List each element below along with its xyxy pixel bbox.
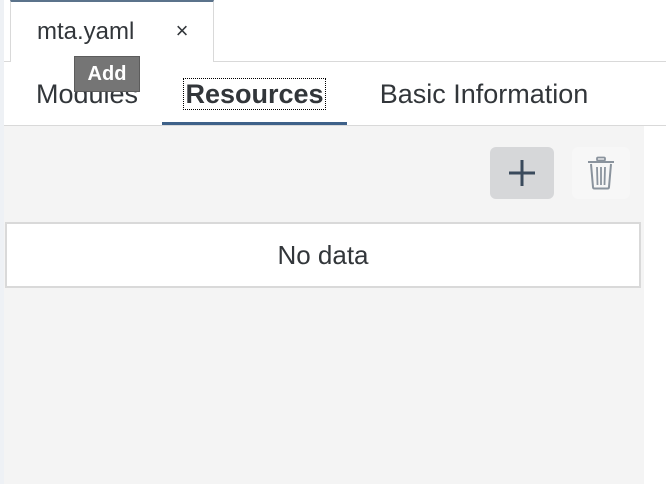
add-tooltip: Add	[74, 56, 140, 92]
tab-basic-information-label: Basic Information	[379, 78, 589, 109]
tab-resources[interactable]: Resources	[162, 62, 347, 126]
active-tab-indicator	[162, 122, 347, 125]
resources-panel: No data	[4, 126, 644, 484]
tab-basic-information[interactable]: Basic Information	[366, 62, 602, 126]
plus-icon	[509, 160, 535, 186]
add-button[interactable]	[490, 147, 554, 199]
file-tab-strip: mta.yaml ×	[4, 0, 666, 62]
file-tab-label: mta.yaml	[37, 18, 135, 45]
trash-icon	[588, 156, 614, 190]
file-tab-mta-yaml[interactable]: mta.yaml ×	[10, 0, 214, 62]
no-data-text: No data	[277, 239, 369, 270]
close-icon[interactable]: ×	[171, 18, 193, 43]
right-edge	[644, 126, 666, 484]
delete-button[interactable]	[572, 147, 630, 199]
resources-table: No data	[5, 222, 641, 288]
tab-resources-label: Resources	[183, 78, 326, 110]
